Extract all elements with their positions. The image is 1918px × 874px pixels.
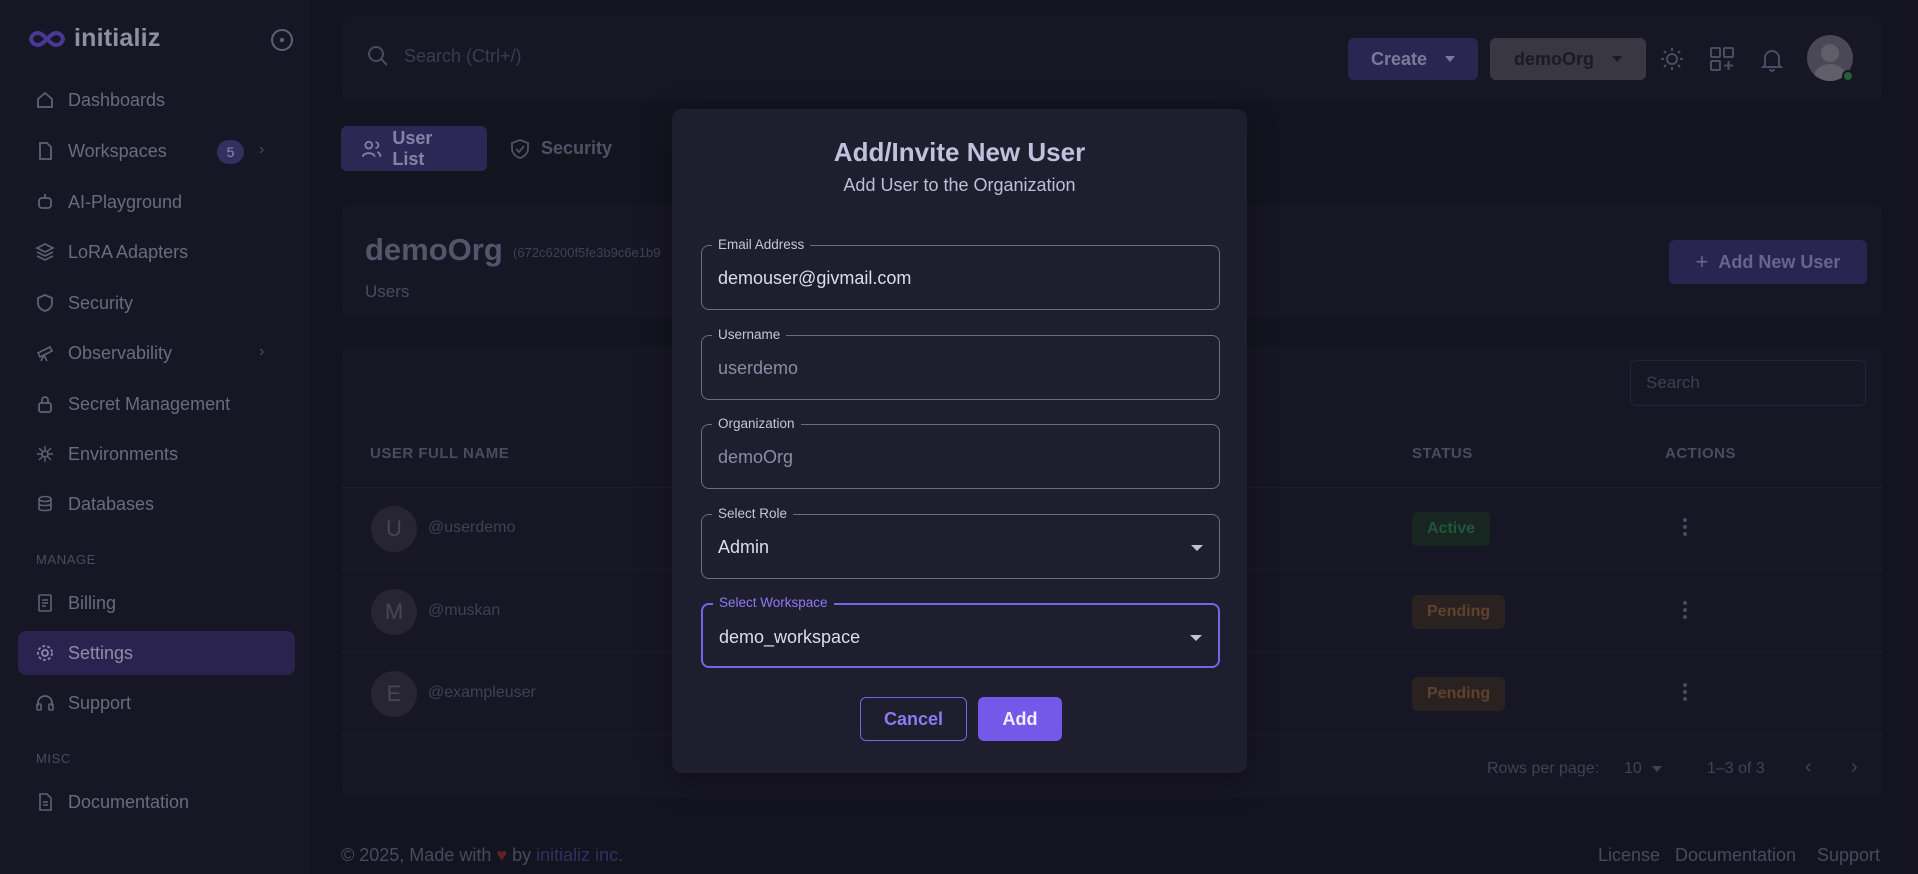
add-user-dialog: Add/Invite New User Add User to the Orga… <box>672 109 1247 773</box>
dialog-title: Add/Invite New User <box>833 137 1086 167</box>
dialog-subtitle: Add User to the Organization <box>843 175 1076 195</box>
field-value: demouser@givmail.com <box>718 268 912 288</box>
role-select[interactable]: Select Role Admin <box>701 506 1220 579</box>
email-field[interactable]: Email Address demouser@givmail.com <box>701 237 1220 310</box>
field-label: Username <box>712 327 787 343</box>
workspace-select[interactable]: Select Workspace demo_workspace <box>701 595 1220 668</box>
field-value: userdemo <box>718 358 799 378</box>
chevron-down-icon <box>1190 635 1202 641</box>
cancel-button[interactable]: Cancel <box>860 697 967 741</box>
chevron-down-icon <box>1191 545 1203 551</box>
field-label: Email Address <box>712 237 811 253</box>
field-label: Organization <box>712 416 801 432</box>
field-label: Select Role <box>712 506 794 522</box>
add-button[interactable]: Add <box>978 697 1062 741</box>
field-value: demo_workspace <box>719 627 861 647</box>
field-value: Admin <box>718 537 770 557</box>
organization-field[interactable]: Organization demoOrg <box>701 416 1220 489</box>
field-label: Select Workspace <box>713 595 834 611</box>
username-field[interactable]: Username userdemo <box>701 327 1220 400</box>
field-value: demoOrg <box>718 447 794 467</box>
